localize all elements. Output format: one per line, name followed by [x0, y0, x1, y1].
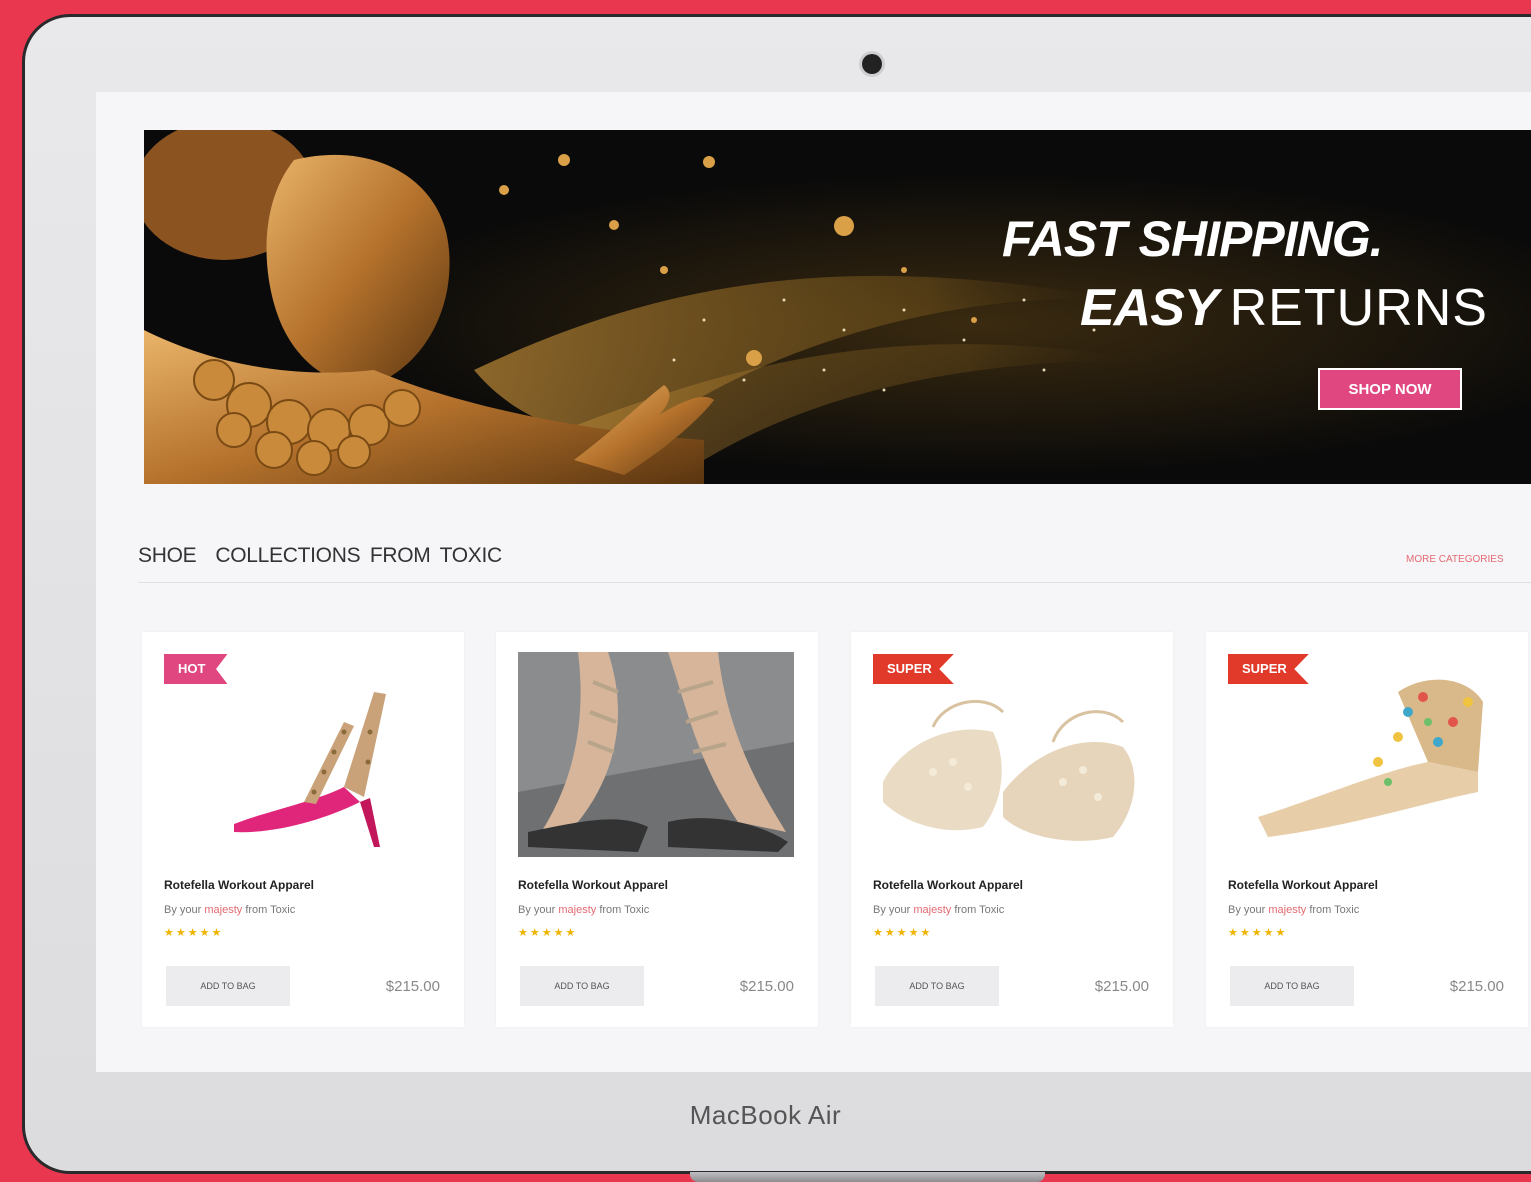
device-label-text: MacBook Air — [689, 1100, 842, 1130]
star-rating: ★★★★★ — [1228, 927, 1288, 939]
device-label: MacBook Air — [0, 1100, 1531, 1131]
desc-suffix: from Toxic — [599, 904, 650, 916]
hero-headline-line2: EASY RETURNS — [1080, 278, 1488, 338]
product-description: By your majesty from Toxic — [1228, 904, 1359, 916]
star-rating: ★★★★★ — [518, 927, 578, 939]
camera-icon — [862, 54, 882, 74]
desc-prefix: By your — [1228, 904, 1266, 916]
product-price: $215.00 — [385, 978, 440, 995]
product-card[interactable]: SUPER Rotefella Workout Apparel By your … — [1206, 632, 1528, 1027]
add-to-bag-button[interactable]: ADD TO BAG — [1230, 966, 1354, 1006]
website-screen: FAST SHIPPING. EASY RETURNS SHOP NOW SHOE… — [96, 92, 1531, 1072]
desc-accent-link[interactable]: majesty — [558, 904, 596, 916]
product-card[interactable]: SUPER Rotefella Workout Apparel By your … — [851, 632, 1173, 1027]
hero-banner: FAST SHIPPING. EASY RETURNS SHOP NOW — [144, 130, 1531, 484]
desc-suffix: from Toxic — [245, 904, 296, 916]
laptop-hinge — [690, 1172, 1045, 1182]
star-rating: ★★★★★ — [873, 927, 933, 939]
product-description: By your majesty from Toxic — [873, 904, 1004, 916]
hero-headline-bold: EASY — [1080, 279, 1219, 337]
product-price: $215.00 — [1449, 978, 1504, 995]
add-to-bag-button[interactable]: ADD TO BAG — [166, 966, 290, 1006]
product-card[interactable]: HOT Rotefella Workout Apparel By your ma… — [142, 632, 464, 1027]
section-divider — [138, 582, 1531, 583]
hero-headline-light: RETURNS — [1229, 279, 1488, 337]
add-to-bag-button[interactable]: ADD TO BAG — [520, 966, 644, 1006]
product-image-strappy-sandals — [518, 652, 794, 857]
product-price: $215.00 — [739, 978, 794, 995]
product-title[interactable]: Rotefella Workout Apparel — [873, 878, 1023, 892]
desc-suffix: from Toxic — [954, 904, 1005, 916]
desc-accent-link[interactable]: majesty — [1268, 904, 1306, 916]
more-categories-link[interactable]: MORE CATEGORIES — [1406, 554, 1504, 565]
section-title: SHOE COLLECTIONS FROM TOXIC — [138, 544, 502, 567]
product-card[interactable]: Rotefella Workout Apparel By your majest… — [496, 632, 818, 1027]
product-price: $215.00 — [1094, 978, 1149, 995]
desc-prefix: By your — [164, 904, 202, 916]
product-title[interactable]: Rotefella Workout Apparel — [164, 878, 314, 892]
product-title[interactable]: Rotefella Workout Apparel — [518, 878, 668, 892]
desc-prefix: By your — [873, 904, 911, 916]
desc-accent-link[interactable]: majesty — [913, 904, 951, 916]
shop-now-button[interactable]: SHOP NOW — [1318, 368, 1462, 410]
product-description: By your majesty from Toxic — [518, 904, 649, 916]
desc-suffix: from Toxic — [1309, 904, 1360, 916]
star-rating: ★★★★★ — [164, 927, 224, 939]
add-to-bag-button[interactable]: ADD TO BAG — [875, 966, 999, 1006]
hero-headline-line1: FAST SHIPPING. — [1002, 211, 1384, 267]
product-title[interactable]: Rotefella Workout Apparel — [1228, 878, 1378, 892]
desc-prefix: By your — [518, 904, 556, 916]
desc-accent-link[interactable]: majesty — [204, 904, 242, 916]
product-description: By your majesty from Toxic — [164, 904, 295, 916]
